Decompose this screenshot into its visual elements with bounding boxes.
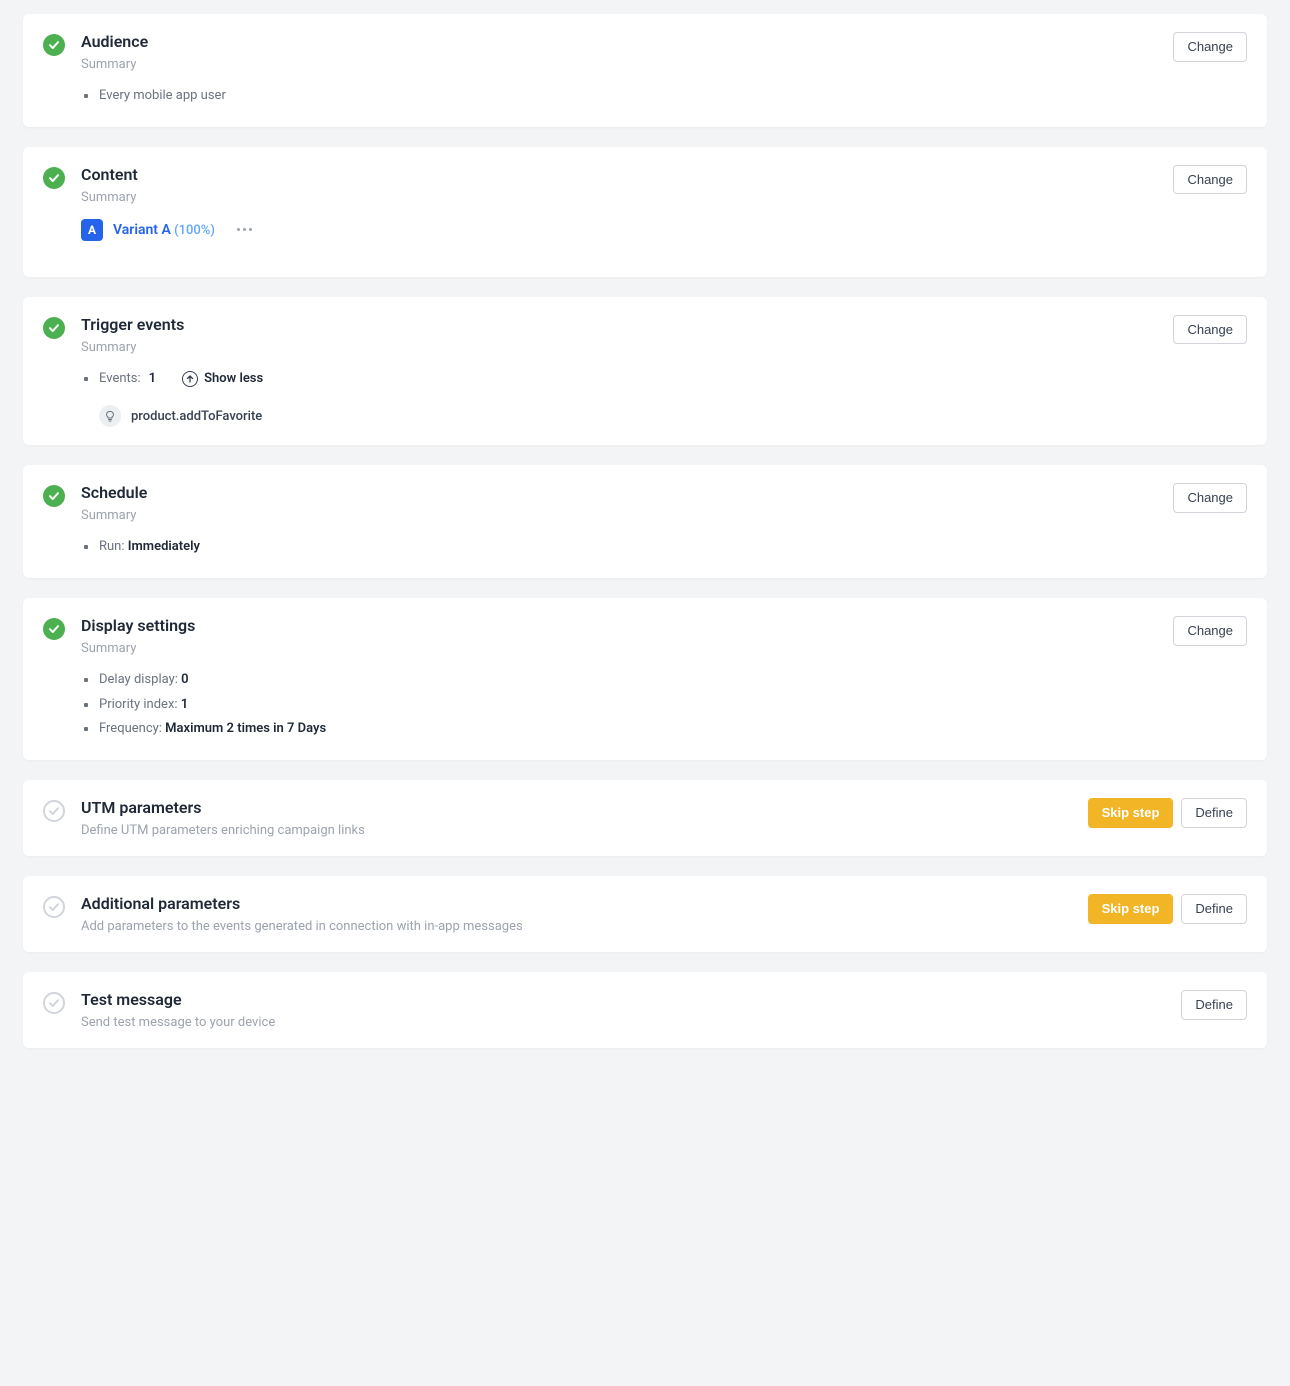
frequency-value: Maximum 2 times in 7 Days [165,721,326,736]
pending-check-icon [43,800,65,822]
summary-label: Summary [81,57,1173,72]
change-button[interactable]: Change [1173,483,1247,513]
run-value: Immediately [128,539,200,554]
delay-value: 0 [181,672,188,687]
test-title: Test message [81,990,1181,1009]
check-icon [43,485,65,507]
events-label: Events: [99,367,141,392]
delay-line: Delay display: 0 [81,668,1247,693]
check-icon [43,618,65,640]
schedule-title: Schedule [81,483,1173,502]
events-line: Events: 1 Show less [81,367,1247,392]
summary-label: Summary [81,340,1173,355]
trigger-events-card: Trigger events Summary Change Events: 1 … [23,297,1267,446]
variant-badge: A [81,219,103,241]
priority-line: Priority index: 1 [81,693,1247,718]
variant-name: Variant A [113,222,171,238]
change-button[interactable]: Change [1173,616,1247,646]
check-icon [43,34,65,56]
display-settings-card: Display settings Summary Change Delay di… [23,598,1267,760]
schedule-card: Schedule Summary Change Run: Immediately [23,465,1267,578]
summary-label: Summary [81,641,1173,656]
change-button[interactable]: Change [1173,32,1247,62]
event-chip: product.addToFavorite [99,405,262,427]
utm-parameters-card: UTM parameters Define UTM parameters enr… [23,780,1267,856]
test-message-card: Test message Send test message to your d… [23,972,1267,1048]
change-button[interactable]: Change [1173,165,1247,195]
run-label: Run: [99,539,125,554]
content-title: Content [81,165,1173,184]
events-count: 1 [149,367,156,392]
show-less-toggle[interactable]: Show less [182,367,263,392]
variant-percent: (100%) [174,223,215,238]
skip-step-button[interactable]: Skip step [1088,894,1174,924]
check-icon [43,317,65,339]
trigger-title: Trigger events [81,315,1173,334]
summary-label: Summary [81,190,1173,205]
define-button[interactable]: Define [1181,894,1247,924]
check-icon [43,167,65,189]
event-name: product.addToFavorite [131,409,262,424]
test-desc: Send test message to your device [81,1015,1181,1030]
define-button[interactable]: Define [1181,990,1247,1020]
delay-label: Delay display: [99,672,178,687]
frequency-line: Frequency: Maximum 2 times in 7 Days [81,717,1247,742]
schedule-run-line: Run: Immediately [81,535,1247,560]
bulb-icon [99,405,121,427]
display-title: Display settings [81,616,1173,635]
define-button[interactable]: Define [1181,798,1247,828]
skip-step-button[interactable]: Skip step [1088,798,1174,828]
additional-desc: Add parameters to the events generated i… [81,919,1088,934]
priority-value: 1 [181,697,188,712]
audience-title: Audience [81,32,1173,51]
additional-title: Additional parameters [81,894,1088,913]
frequency-label: Frequency: [99,721,162,736]
change-button[interactable]: Change [1173,315,1247,345]
summary-label: Summary [81,508,1173,523]
audience-item: Every mobile app user [81,84,1247,109]
audience-card: Audience Summary Change Every mobile app… [23,14,1267,127]
pending-check-icon [43,992,65,1014]
utm-desc: Define UTM parameters enriching campaign… [81,823,1088,838]
priority-label: Priority index: [99,697,178,712]
pending-check-icon [43,896,65,918]
content-card: Content Summary Change A Variant A (100%… [23,147,1267,277]
variant-row[interactable]: A Variant A (100%) [81,219,1247,241]
additional-parameters-card: Additional parameters Add parameters to … [23,876,1267,952]
utm-title: UTM parameters [81,798,1088,817]
show-less-text: Show less [204,367,263,392]
arrow-up-icon [182,371,198,387]
more-icon[interactable] [233,224,256,235]
